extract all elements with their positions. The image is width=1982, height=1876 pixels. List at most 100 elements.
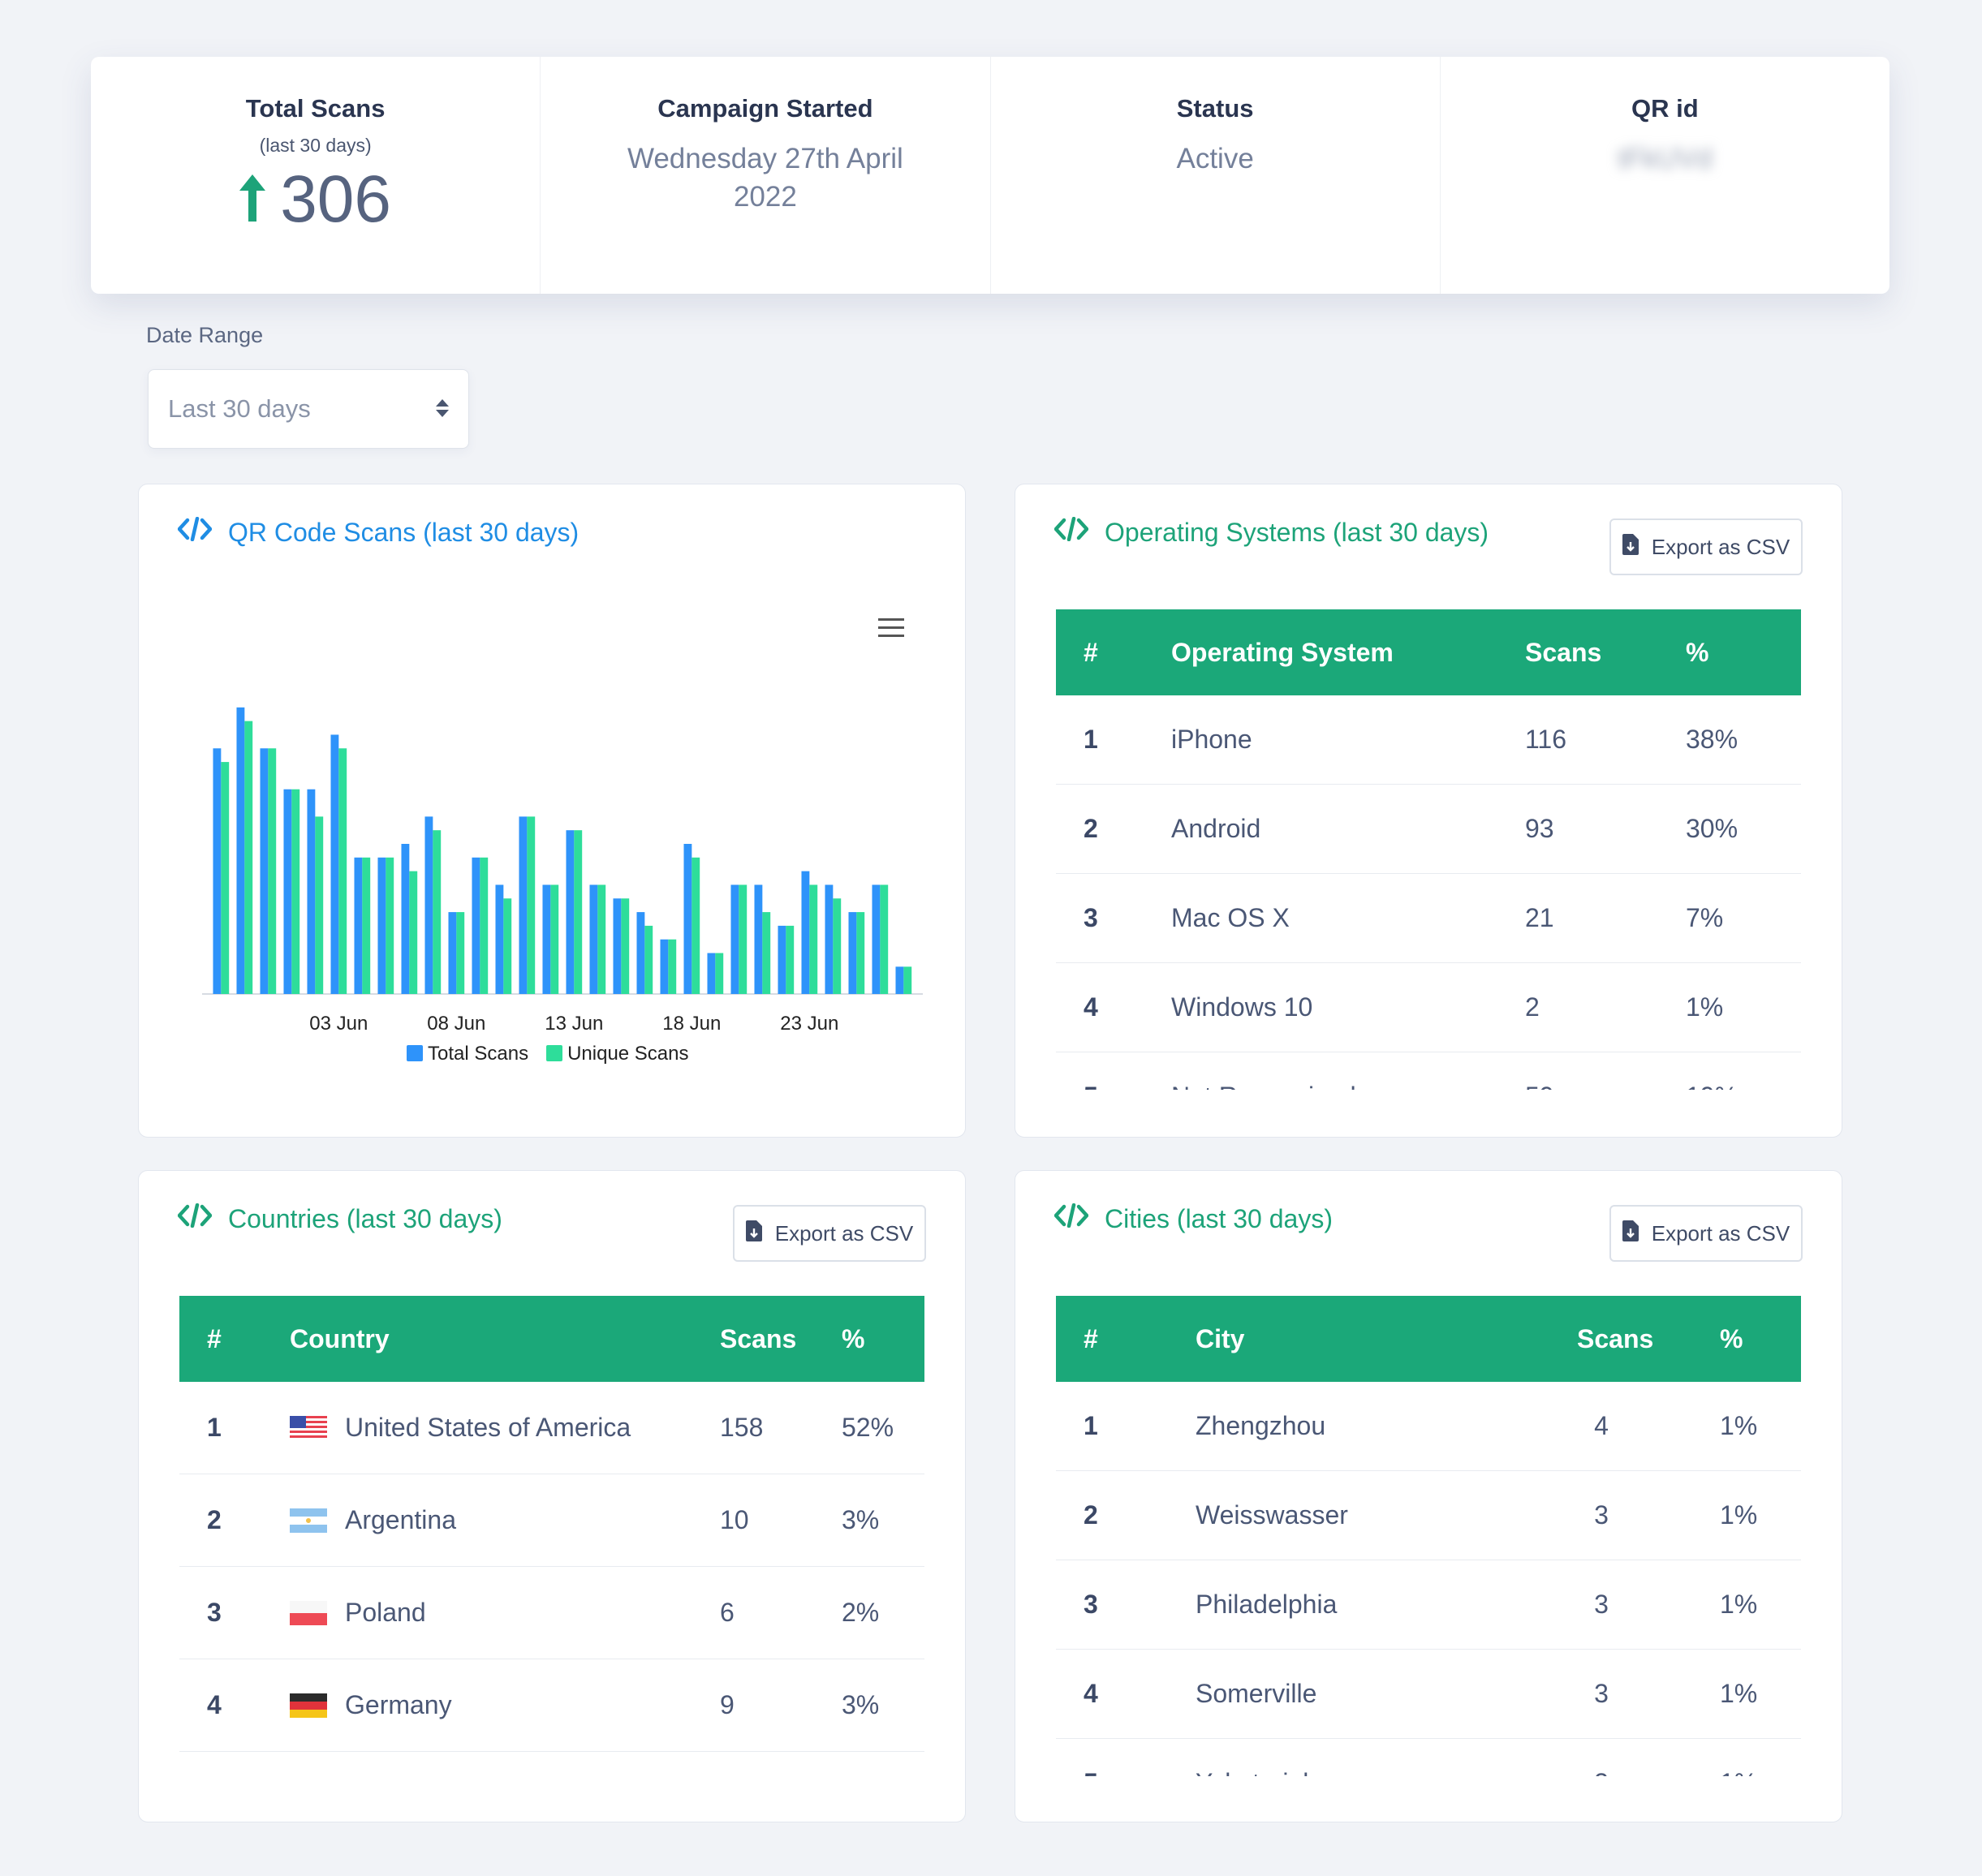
bar-total-scans[interactable] (801, 871, 810, 994)
col-rank: # (207, 1323, 222, 1353)
date-range-label: Date Range (146, 323, 264, 347)
table-row: 4 Windows 10 2 1% (1056, 963, 1801, 1052)
bar-total-scans[interactable] (848, 912, 857, 994)
bar-total-scans[interactable] (683, 844, 692, 994)
legend-item-total[interactable]: Total Scans (407, 1043, 528, 1065)
date-range-select[interactable]: Last 30 days (148, 369, 469, 449)
bar-unique-scans[interactable] (527, 816, 536, 994)
chart-legend: Total Scans Unique Scans (407, 1043, 689, 1065)
file-download-icon (1622, 1220, 1639, 1247)
bar-total-scans[interactable] (542, 884, 551, 994)
pct-cell: 1% (1720, 1500, 1758, 1530)
bar-unique-scans[interactable] (574, 830, 583, 994)
bar-unique-scans[interactable] (880, 884, 889, 994)
export-csv-button[interactable]: Export as CSV (1609, 1205, 1803, 1262)
bar-total-scans[interactable] (260, 748, 269, 994)
bar-unique-scans[interactable] (644, 925, 653, 994)
bar-unique-scans[interactable] (597, 884, 606, 994)
bar-unique-scans[interactable] (409, 871, 418, 994)
bar-total-scans[interactable] (566, 830, 575, 994)
stat-total-scans: Total Scans (last 30 days) 306 (91, 57, 541, 294)
bar-total-scans[interactable] (660, 939, 669, 994)
bar-total-scans[interactable] (895, 966, 904, 994)
os-card: Operating Systems (last 30 days) Export … (1015, 484, 1842, 1138)
bar-unique-scans[interactable] (291, 789, 300, 994)
bar-total-scans[interactable] (377, 857, 386, 994)
bar-total-scans[interactable] (354, 857, 363, 994)
bar-unique-scans[interactable] (386, 857, 394, 994)
stat-qr-id: QR id tFkUVd (1441, 57, 1889, 294)
bar-total-scans[interactable] (472, 857, 480, 994)
rank-cell: 5 (1084, 1768, 1098, 1776)
col-rank: # (1084, 637, 1098, 667)
bar-total-scans[interactable] (495, 884, 504, 994)
scans-cell: 3 (1594, 1590, 1609, 1619)
table-header: # Country Scans % (179, 1296, 924, 1382)
table-row: 2 Android 93 30% (1056, 785, 1801, 874)
bar-unique-scans[interactable] (856, 912, 865, 994)
bar-unique-scans[interactable] (786, 925, 795, 994)
bar-unique-scans[interactable] (433, 830, 442, 994)
bar-total-scans[interactable] (519, 816, 528, 994)
bar-total-scans[interactable] (613, 898, 622, 994)
bar-unique-scans[interactable] (456, 912, 465, 994)
bar-total-scans[interactable] (213, 748, 222, 994)
bar-total-scans[interactable] (825, 884, 834, 994)
bar-total-scans[interactable] (424, 816, 433, 994)
bar-total-scans[interactable] (448, 912, 457, 994)
bar-unique-scans[interactable] (480, 857, 489, 994)
bar-unique-scans[interactable] (715, 953, 724, 994)
bar-unique-scans[interactable] (244, 721, 253, 994)
bar-total-scans[interactable] (707, 953, 716, 994)
col-pct: % (1720, 1323, 1743, 1353)
legend-item-unique[interactable]: Unique Scans (546, 1043, 689, 1065)
bar-total-scans[interactable] (401, 844, 410, 994)
export-label: Export as CSV (774, 1220, 914, 1246)
bar-unique-scans[interactable] (550, 884, 559, 994)
bar-unique-scans[interactable] (338, 748, 347, 994)
rank-cell: 5 (1084, 1082, 1098, 1090)
bar-unique-scans[interactable] (621, 898, 630, 994)
bar-unique-scans[interactable] (362, 857, 371, 994)
bar-unique-scans[interactable] (221, 762, 230, 994)
bar-unique-scans[interactable] (268, 748, 277, 994)
bar-unique-scans[interactable] (833, 898, 842, 994)
bar-unique-scans[interactable] (809, 884, 818, 994)
stats-banner: Total Scans (last 30 days) 306 Campaign … (91, 57, 1889, 294)
export-label: Export as CSV (1651, 534, 1790, 559)
table-row: 1 Zhengzhou 4 1% (1056, 1382, 1801, 1471)
arrow-up-icon (239, 161, 266, 238)
bar-total-scans[interactable] (307, 789, 316, 994)
bar-total-scans[interactable] (283, 789, 292, 994)
export-csv-button[interactable]: Export as CSV (1609, 518, 1803, 575)
bar-total-scans[interactable] (236, 707, 245, 994)
x-tick-label: 08 Jun (427, 1013, 485, 1035)
pl-flag-icon (290, 1600, 327, 1625)
bar-unique-scans[interactable] (903, 966, 912, 994)
card-title-text: Cities (last 30 days) (1105, 1203, 1333, 1233)
bar-unique-scans[interactable] (762, 912, 771, 994)
bar-total-scans[interactable] (730, 884, 739, 994)
rank-cell: 3 (207, 1598, 222, 1627)
scans-cell: 158 (720, 1413, 764, 1442)
bar-unique-scans[interactable] (692, 857, 700, 994)
bar-unique-scans[interactable] (739, 884, 748, 994)
status-value: Active (1176, 143, 1254, 174)
pct-cell: 19% (1686, 1082, 1738, 1090)
card-title: Operating Systems (last 30 days) (1053, 516, 1489, 548)
bar-total-scans[interactable] (636, 912, 645, 994)
bar-unique-scans[interactable] (668, 939, 677, 994)
export-csv-button[interactable]: Export as CSV (733, 1205, 926, 1262)
bar-total-scans[interactable] (872, 884, 881, 994)
bar-total-scans[interactable] (589, 884, 598, 994)
pct-cell: 38% (1686, 725, 1739, 754)
bar-total-scans[interactable] (778, 925, 786, 994)
bar-unique-scans[interactable] (503, 898, 512, 994)
scans-cell: 3 (1594, 1500, 1609, 1530)
table-row: 2 Argentina 10 3% (179, 1474, 924, 1567)
bar-total-scans[interactable] (330, 734, 339, 994)
scans-cell: 93 (1525, 814, 1554, 843)
pct-cell: 1% (1720, 1679, 1758, 1708)
bar-total-scans[interactable] (754, 884, 763, 994)
bar-unique-scans[interactable] (315, 816, 324, 994)
